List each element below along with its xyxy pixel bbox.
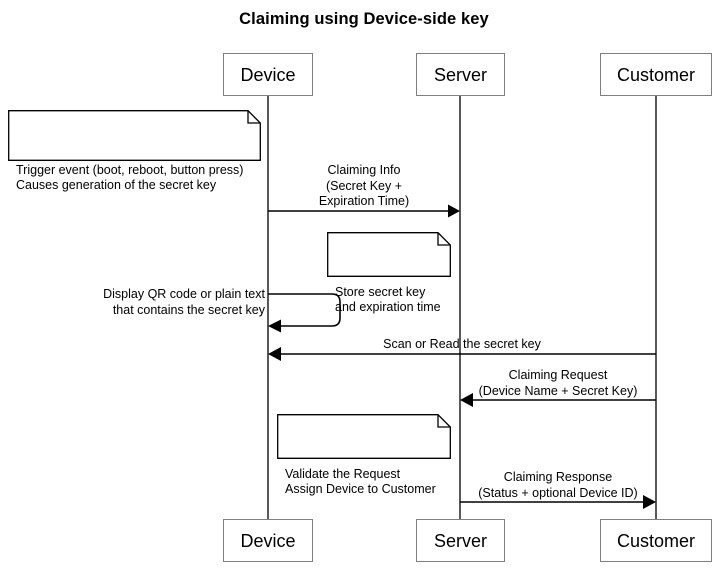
label-display-qr-code: Display QR code or plain text that conta… xyxy=(103,287,265,317)
note-shape xyxy=(277,414,451,459)
label-claiming-request: Claiming Request (Device Name + Secret K… xyxy=(478,368,638,398)
participant-label: Server xyxy=(433,530,487,551)
participant-label: Device xyxy=(240,530,296,551)
sequence-diagram: Claiming using Device-side key Device Se… xyxy=(0,0,728,586)
arrow-display-qr-code xyxy=(268,293,341,333)
participant-label: Device xyxy=(240,64,296,85)
note-store-secret-key: Store secret key and expiration time xyxy=(327,232,451,314)
participant-label: Customer xyxy=(616,64,696,85)
note-text: Validate the Request Assign Device to Cu… xyxy=(285,466,436,497)
label-claiming-info: Claiming Info (Secret Key + Expiration T… xyxy=(318,163,410,208)
note-validate-request: Validate the Request Assign Device to Cu… xyxy=(277,414,451,496)
participant-customer-bottom[interactable]: Customer xyxy=(600,519,712,562)
participant-label: Server xyxy=(433,64,487,85)
note-text: Trigger event (boot, reboot, button pres… xyxy=(16,162,244,193)
participant-server-top[interactable]: Server xyxy=(416,53,505,96)
label-claiming-response: Claiming Response (Status + optional Dev… xyxy=(478,470,638,500)
participant-device-top[interactable]: Device xyxy=(223,53,313,96)
note-trigger-event: Trigger event (boot, reboot, button pres… xyxy=(8,110,261,192)
participant-customer-top[interactable]: Customer xyxy=(600,53,712,96)
note-shape xyxy=(327,232,451,277)
label-scan-or-read: Scan or Read the secret key xyxy=(383,337,541,351)
note-shape xyxy=(8,110,261,161)
participant-label: Customer xyxy=(616,530,696,551)
note-text: Store secret key and expiration time xyxy=(335,284,441,315)
